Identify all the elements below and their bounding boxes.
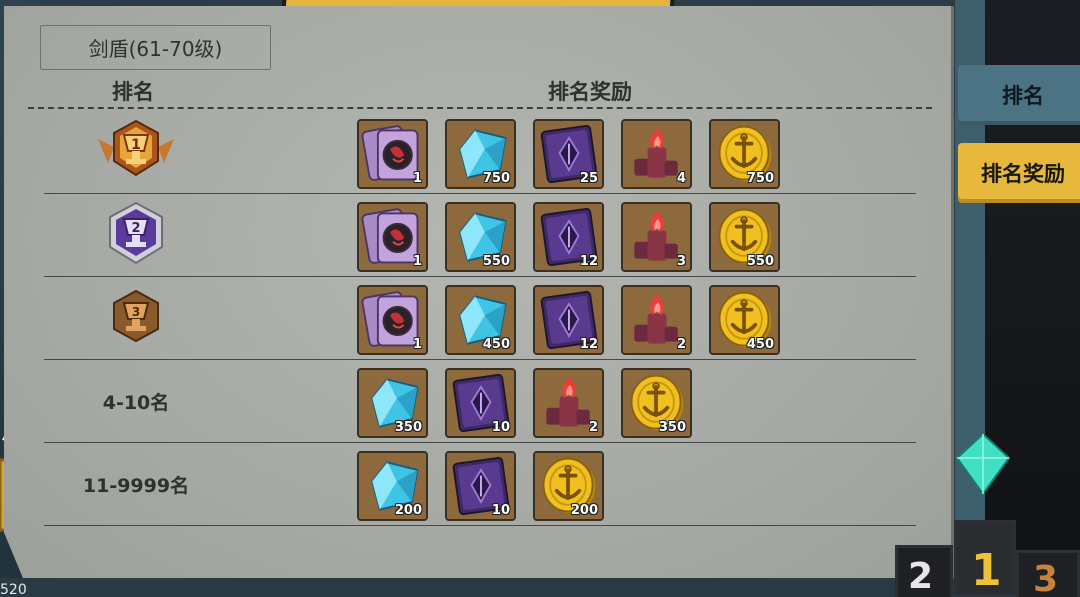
podium-third: 3	[1016, 550, 1080, 597]
reward-item-slot[interactable]: 12	[533, 285, 604, 355]
reward-row: 4-10名 350 10 2 350	[44, 360, 916, 443]
svg-text:2: 2	[131, 221, 140, 236]
reward-item-quantity: 750	[482, 171, 510, 186]
svg-text:1: 1	[131, 137, 141, 153]
reward-item-slot[interactable]: 200	[357, 451, 428, 521]
reward-item-quantity: 350	[658, 420, 686, 435]
reward-item-quantity: 4	[676, 171, 686, 186]
reward-item-quantity: 2	[676, 337, 686, 352]
reward-item-slot[interactable]: 10	[445, 368, 516, 438]
reward-item-slot[interactable]: 1	[357, 119, 428, 189]
reward-item-slot[interactable]: 3	[621, 202, 692, 272]
reward-items: 1 550 12 3 550	[357, 202, 780, 272]
reward-items: 1 450 12 2 450	[357, 285, 780, 355]
reward-item-quantity: 12	[579, 254, 598, 269]
reward-item-slot[interactable]: 450	[445, 285, 516, 355]
tab-rank-reward[interactable]: 排名奖励	[958, 143, 1080, 203]
reward-item-quantity: 550	[482, 254, 510, 269]
reward-item-quantity: 10	[491, 503, 510, 518]
reward-item-quantity: 350	[394, 420, 422, 435]
bronze-trophy-badge-icon: 3	[110, 289, 162, 347]
reward-item-slot[interactable]: 2	[621, 285, 692, 355]
rank-range-label: 11-9999名	[82, 474, 190, 497]
rank-cell: 3	[44, 277, 228, 359]
crystal-gem-icon	[955, 432, 1011, 496]
reward-item-quantity: 25	[579, 171, 598, 186]
reward-item-quantity: 450	[746, 337, 774, 352]
reward-item-quantity: 10	[491, 420, 510, 435]
reward-item-slot[interactable]: 450	[709, 285, 780, 355]
rank-cell: 11-9999名	[44, 443, 228, 525]
reward-item-slot[interactable]: 1	[357, 202, 428, 272]
reward-item-quantity: 200	[394, 503, 422, 518]
podium-second: 2	[895, 545, 953, 597]
reward-row: 11-9999名 200 10 200	[44, 443, 916, 526]
reward-item-slot[interactable]: 1	[357, 285, 428, 355]
reward-items: 350 10 2 350	[357, 368, 692, 438]
podium-first: 1	[954, 520, 1016, 596]
reward-item-quantity: 550	[746, 254, 774, 269]
reward-row: 3 1 450 12 2 450	[44, 277, 916, 360]
purple-trophy-badge-icon: 2	[106, 201, 166, 269]
reward-item-slot[interactable]: 2	[533, 368, 604, 438]
reward-item-slot[interactable]: 25	[533, 119, 604, 189]
reward-item-slot[interactable]: 200	[533, 451, 604, 521]
tab-rank[interactable]: 排名	[958, 65, 1080, 125]
reward-item-quantity: 450	[482, 337, 510, 352]
reward-item-quantity: 2	[588, 420, 598, 435]
reward-row: 1 1 750 25 4 750	[44, 111, 916, 194]
reward-item-slot[interactable]: 12	[533, 202, 604, 272]
reward-item-quantity: 1	[412, 171, 422, 186]
reward-item-quantity: 1	[412, 337, 422, 352]
reward-items: 200 10 200	[357, 451, 604, 521]
header-divider	[28, 107, 932, 109]
reward-item-slot[interactable]: 350	[357, 368, 428, 438]
reward-item-quantity: 1	[412, 254, 422, 269]
podium-first-number: 1	[971, 545, 1002, 596]
gold-trophy-badge-icon: 1	[94, 117, 178, 187]
reward-item-quantity: 3	[676, 254, 686, 269]
corner-number: 520	[0, 582, 27, 597]
rank-cell: 4-10名	[44, 360, 228, 442]
rank-range-label: 4-10名	[102, 391, 170, 414]
reward-item-slot[interactable]: 550	[445, 202, 516, 272]
reward-item-quantity: 200	[570, 503, 598, 518]
reward-item-quantity: 12	[579, 337, 598, 352]
reward-item-slot[interactable]: 550	[709, 202, 780, 272]
reward-item-slot[interactable]: 4	[621, 119, 692, 189]
reward-item-quantity: 750	[746, 171, 774, 186]
rank-column-header: 排名	[112, 80, 154, 104]
reward-item-slot[interactable]: 350	[621, 368, 692, 438]
rank-cell: 2	[44, 194, 228, 276]
podium-second-number: 2	[908, 556, 934, 597]
podium-third-number: 3	[1033, 559, 1059, 597]
svg-text:3: 3	[132, 305, 140, 319]
category-selector[interactable]: 剑盾(61-70级)	[40, 25, 271, 70]
reward-item-slot[interactable]: 750	[445, 119, 516, 189]
rank-cell: 1	[44, 111, 228, 193]
reward-items: 1 750 25 4 750	[357, 119, 780, 189]
reward-column-header: 排名奖励	[548, 80, 632, 104]
reward-row: 2 1 550 12 3 550	[44, 194, 916, 277]
reward-item-slot[interactable]: 10	[445, 451, 516, 521]
reward-item-slot[interactable]: 750	[709, 119, 780, 189]
